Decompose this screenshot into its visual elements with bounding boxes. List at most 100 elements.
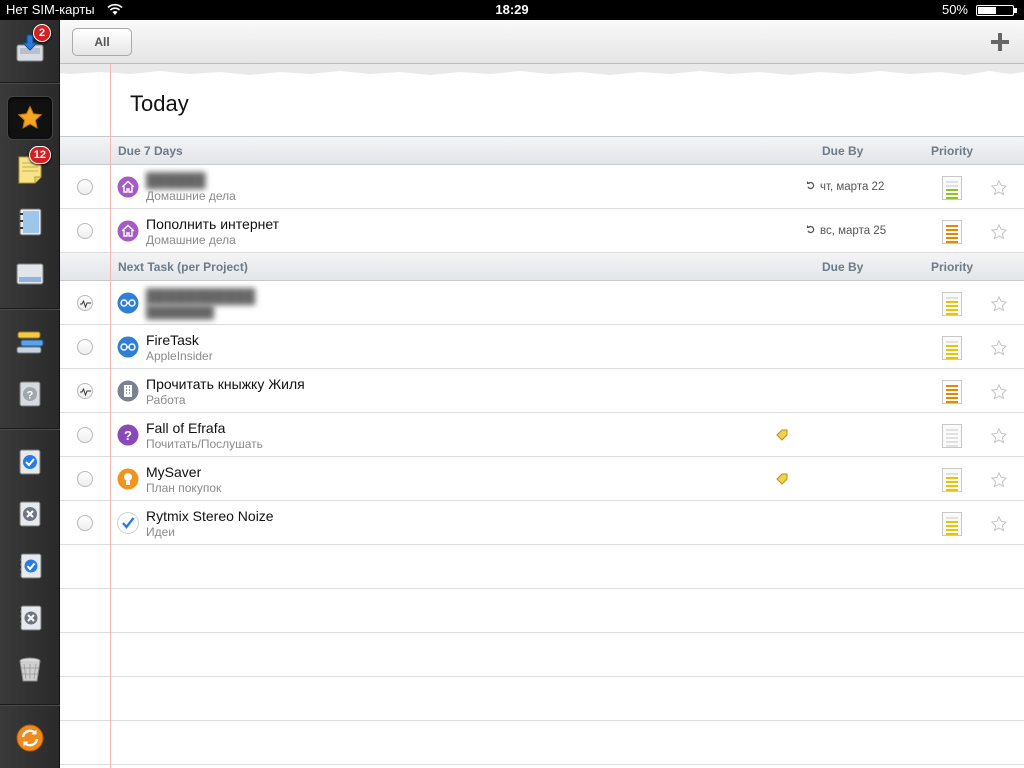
note-tag-icon[interactable] [776, 429, 788, 441]
folder-icon [16, 263, 44, 285]
sidebar-item-today[interactable] [7, 96, 53, 140]
notebook-icon [19, 208, 42, 236]
task-name: Rytmix Stereo Noize [146, 508, 274, 524]
status-bar: Нет SIM-карты 18:29 50% [0, 0, 1024, 20]
task-name-redacted: ██████ [146, 172, 206, 188]
task-project: AppleInsider [146, 349, 213, 363]
star-toggle-icon[interactable] [990, 515, 1008, 533]
sidebar-item-folders[interactable] [7, 252, 53, 296]
star-toggle-icon[interactable] [990, 383, 1008, 401]
task-row[interactable]: FireTask AppleInsider [60, 325, 1024, 369]
sidebar-divider [0, 308, 60, 310]
due-date-text: вс, марта 25 [820, 225, 887, 237]
task-project: План покупок [146, 481, 222, 495]
due-date: чт, марта 22 [806, 180, 884, 193]
due-date-text: чт, марта 22 [820, 181, 885, 193]
in-progress-checkbox[interactable] [77, 295, 93, 311]
task-name: Fall of Efrafa [146, 420, 226, 436]
star-toggle-icon[interactable] [990, 339, 1008, 357]
task-row[interactable]: ███████████ ████████ [60, 281, 1024, 325]
sidebar-divider [0, 428, 60, 430]
priority-indicator[interactable] [942, 424, 962, 448]
sidebar-item-someday[interactable]: ? [7, 372, 53, 416]
complete-checkbox[interactable] [77, 515, 93, 531]
star-toggle-icon[interactable] [990, 295, 1008, 313]
empty-row [60, 677, 1024, 721]
cancel-notebook-icon [19, 605, 42, 631]
repeat-icon [807, 225, 815, 234]
due-date: вс, марта 25 [806, 224, 886, 237]
task-name: FireTask [146, 332, 199, 348]
task-project: Работа [146, 393, 186, 407]
priority-indicator[interactable] [942, 220, 962, 244]
plus-icon[interactable] [988, 30, 1012, 54]
due-by-header[interactable]: Due By [822, 260, 863, 274]
priority-indicator[interactable] [942, 176, 962, 200]
task-row[interactable]: Прочитать кныжку Жиля Работа [60, 369, 1024, 413]
sidebar-item-deleted-archive[interactable] [7, 596, 53, 640]
empty-row [60, 589, 1024, 633]
task-row[interactable]: Rytmix Stereo Noize Идеи [60, 501, 1024, 545]
priority-indicator[interactable] [942, 468, 962, 492]
page-title: Today [130, 91, 189, 116]
sync-icon [16, 724, 44, 752]
filter-all-button[interactable]: All [72, 28, 132, 56]
sidebar-item-trash[interactable] [7, 648, 53, 692]
complete-checkbox[interactable] [77, 223, 93, 239]
star-toggle-icon[interactable] [990, 427, 1008, 445]
sidebar-divider [0, 704, 60, 706]
section-header-due: Due 7 Days Due By Priority [60, 137, 1024, 165]
in-progress-checkbox[interactable] [77, 383, 93, 399]
star-icon [17, 105, 43, 129]
task-project-redacted: ████████ [146, 305, 215, 319]
complete-checkbox[interactable] [77, 427, 93, 443]
complete-checkbox[interactable] [77, 471, 93, 487]
sidebar-item-completed-archive[interactable] [7, 544, 53, 588]
home-icon [117, 220, 139, 242]
sidebar-item-inbox[interactable]: 2 [7, 24, 53, 70]
task-row[interactable]: Пополнить интернет Домашние дела вс, мар… [60, 209, 1024, 253]
section-label: Next Task (per Project) [118, 260, 248, 274]
priority-indicator[interactable] [942, 380, 962, 404]
battery-icon [976, 5, 1017, 16]
repeat-icon [807, 181, 815, 190]
priority-indicator[interactable] [942, 336, 962, 360]
stack-icon [16, 331, 44, 354]
star-toggle-icon[interactable] [990, 179, 1008, 197]
torn-paper-edge [60, 64, 1024, 75]
battery-percent: 50% [941, 2, 968, 17]
sidebar-item-notebook[interactable] [7, 200, 53, 244]
due-by-header[interactable]: Due By [822, 144, 863, 158]
task-name: MySaver [146, 464, 202, 480]
complete-checkbox[interactable] [77, 339, 93, 355]
empty-row [60, 721, 1024, 765]
task-row[interactable]: ? Fall of Efrafa Почитать/Послушать [60, 413, 1024, 457]
task-project: Домашние дела [146, 189, 236, 203]
task-row[interactable]: ██████ Домашние дела чт, марта 22 [60, 165, 1024, 209]
sidebar-divider [0, 82, 60, 84]
cancel-card-icon [19, 501, 41, 527]
priority-indicator[interactable] [942, 512, 962, 536]
priority-indicator[interactable] [942, 292, 962, 316]
checked-notebook-icon [19, 553, 42, 579]
question-icon: ? [117, 424, 139, 446]
task-name-redacted: ███████████ [146, 288, 256, 304]
empty-row [60, 633, 1024, 677]
complete-checkbox[interactable] [77, 179, 93, 195]
sidebar-item-sync[interactable] [7, 716, 53, 760]
lightbulb-icon [117, 468, 139, 490]
priority-header[interactable]: Priority [931, 144, 973, 158]
sidebar-item-completed[interactable] [7, 440, 53, 484]
section-header-next: Next Task (per Project) Due By Priority [60, 253, 1024, 281]
svg-text:?: ? [124, 428, 132, 443]
sidebar-item-contexts[interactable] [7, 320, 53, 364]
sidebar: 2 12 ? [0, 20, 60, 768]
note-tag-icon[interactable] [776, 473, 788, 485]
priority-header[interactable]: Priority [931, 260, 973, 274]
sidebar-item-notes[interactable]: 12 [7, 146, 53, 192]
star-toggle-icon[interactable] [990, 471, 1008, 489]
star-toggle-icon[interactable] [990, 223, 1008, 241]
sidebar-item-deleted[interactable] [7, 492, 53, 536]
glasses-icon [117, 336, 139, 358]
task-row[interactable]: MySaver План покупок [60, 457, 1024, 501]
